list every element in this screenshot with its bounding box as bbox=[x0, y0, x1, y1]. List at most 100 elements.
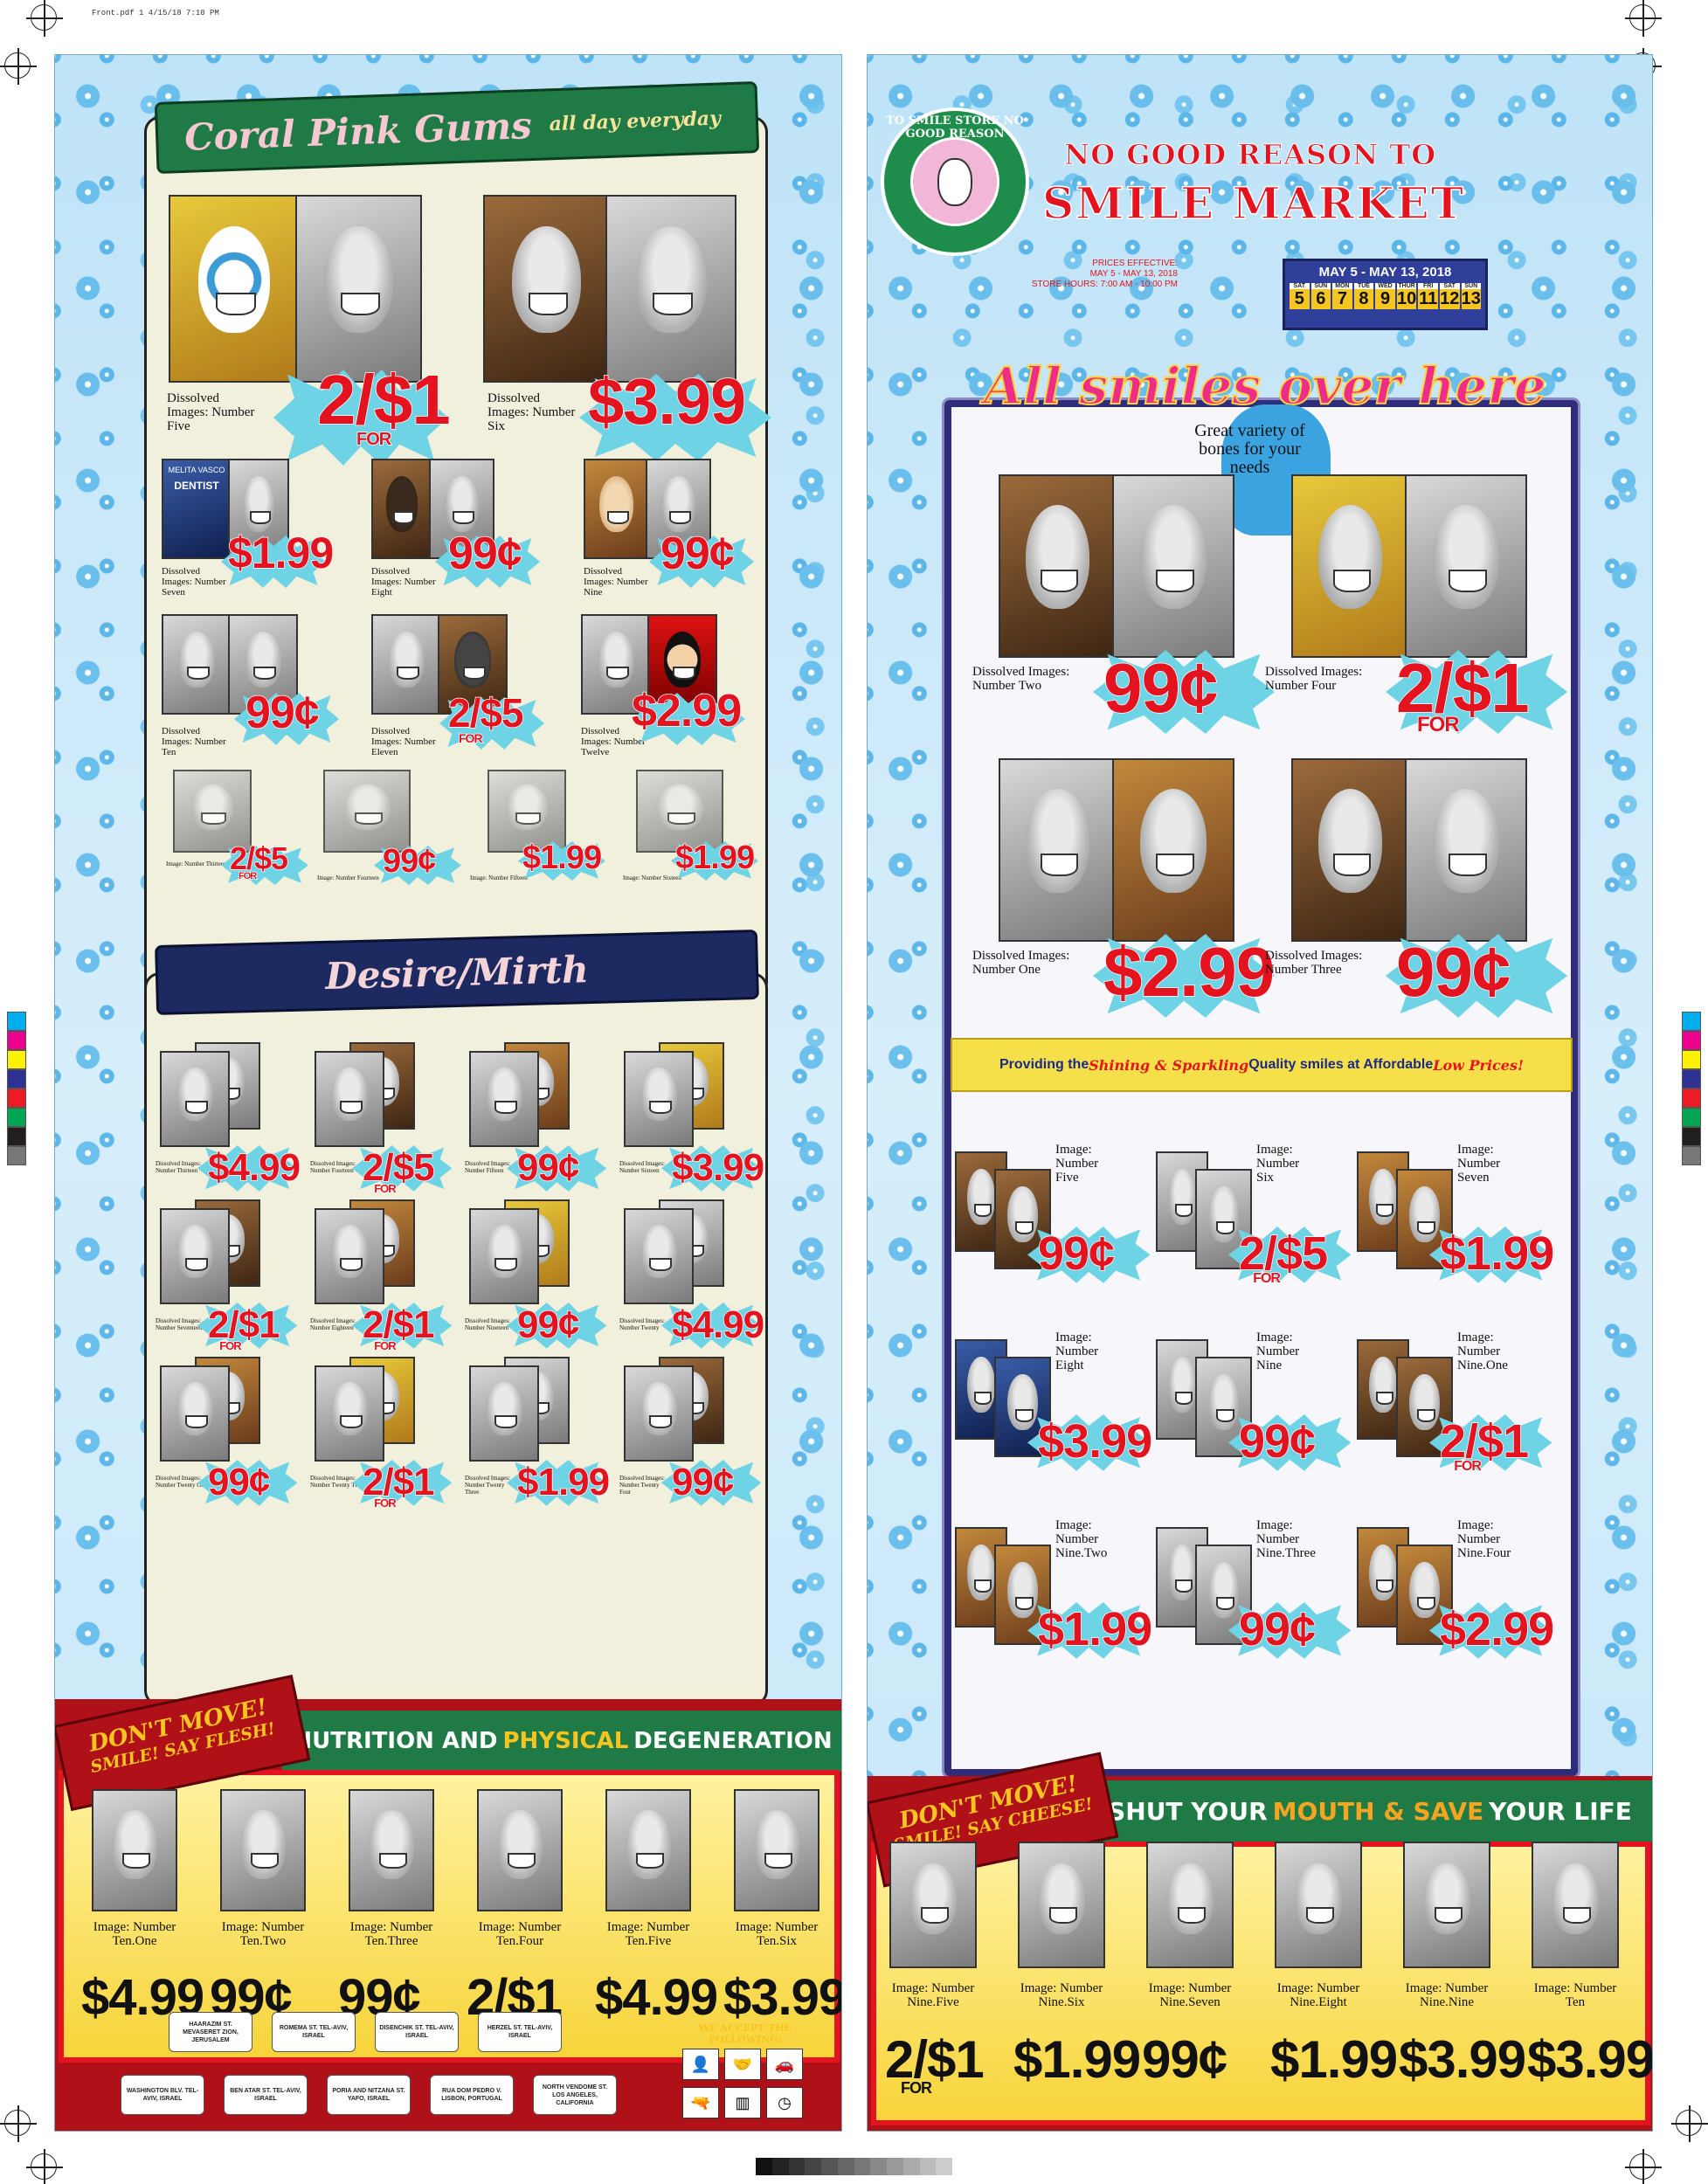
face-image bbox=[1317, 788, 1383, 894]
product-photo bbox=[1532, 1842, 1619, 1968]
item-label: Image: Number Ten.One bbox=[93, 1920, 176, 1948]
face-image bbox=[485, 1067, 523, 1122]
store-location: NORTH VENDOME ST. LOS ANGELES, CALIFORNI… bbox=[533, 2075, 617, 2115]
left-page: Coral Pink Gums all day everyday Dissolv… bbox=[54, 54, 842, 2132]
price-tag: $2.99 bbox=[1439, 1603, 1555, 1655]
product-photo bbox=[295, 195, 422, 383]
calendar-day-name: SAT bbox=[1439, 283, 1460, 289]
registration-mark bbox=[0, 48, 37, 85]
face-image bbox=[1295, 1863, 1342, 1935]
product-photo-spongebob bbox=[169, 195, 300, 383]
tagline-highlight: Shining & Sparkling bbox=[1089, 1056, 1249, 1074]
product-photo bbox=[469, 1208, 539, 1304]
calendar-day: SUN 6 bbox=[1310, 283, 1331, 309]
product-photo bbox=[1405, 758, 1527, 942]
coral-title: Coral Pink Gums bbox=[183, 103, 533, 159]
face-image bbox=[1139, 504, 1207, 610]
product-photo bbox=[160, 1051, 230, 1147]
calendar-day: SAT 5 bbox=[1290, 283, 1310, 309]
face-image bbox=[1007, 1373, 1038, 1431]
tagline-highlight: Low Prices! bbox=[1433, 1056, 1524, 1074]
product-photo bbox=[999, 758, 1117, 942]
banner-text: NUTRITION AND bbox=[293, 1728, 498, 1754]
calendar-date: 5 bbox=[1294, 289, 1304, 308]
price-tag: 99¢ bbox=[245, 688, 320, 738]
item-label: Image: Number Ten.Four bbox=[478, 1920, 562, 1948]
price-tag: $1.99 bbox=[674, 840, 756, 876]
calendar-date: 9 bbox=[1380, 289, 1391, 308]
face-image bbox=[1409, 1373, 1440, 1431]
face-image bbox=[1038, 1863, 1085, 1935]
calendar-day-name: SUN bbox=[1310, 283, 1331, 289]
prices-effective-dates: MAY 5 - MAY 13, 2018 bbox=[1089, 269, 1178, 279]
product-photo bbox=[1146, 1842, 1234, 1968]
right-page: TO SMILE STORE NO GOOD REASON NO GOOD RE… bbox=[867, 54, 1653, 2132]
product-photo bbox=[605, 1789, 691, 1911]
banner-text: YOUR LIFE bbox=[1489, 1796, 1632, 1826]
calendar-day: TUE 8 bbox=[1353, 283, 1374, 309]
item-label: Image: Number Ten.Two bbox=[221, 1920, 305, 1948]
price-tag: $1.99 bbox=[516, 1461, 611, 1503]
print-header: Front.pdf 1 4/15/18 7:10 PM bbox=[92, 9, 219, 17]
price-tag: 2/$5 bbox=[447, 690, 524, 736]
calendar-day: MON 7 bbox=[1332, 283, 1352, 309]
calendar-day-name: FRI bbox=[1418, 283, 1438, 289]
product-photo bbox=[1405, 474, 1527, 658]
price-tag: $1.99 bbox=[1037, 1603, 1153, 1655]
product-photo bbox=[220, 1789, 306, 1911]
prices-effective: PRICES EFFECTIVE: MAY 5 - MAY 13, 2018 S… bbox=[1029, 259, 1178, 290]
product-photo bbox=[349, 1789, 434, 1911]
price-tag: $1.99 bbox=[1270, 2030, 1398, 2089]
face-image bbox=[496, 1809, 543, 1879]
item-label: Image: Number Nine.Nine bbox=[1405, 1981, 1489, 2009]
face-image bbox=[640, 1067, 678, 1122]
color-calibration-bar bbox=[7, 1012, 26, 1165]
item-label: Dissolved Images: Number One bbox=[972, 949, 1070, 977]
face-image bbox=[1007, 1185, 1038, 1243]
product-photo bbox=[371, 459, 432, 559]
store-hours: STORE HOURS: 7:00 AM - 10:00 PM bbox=[1031, 280, 1178, 289]
face-image bbox=[640, 1381, 678, 1436]
calendar-date: 13 bbox=[1461, 289, 1481, 308]
face-image bbox=[330, 1381, 369, 1436]
for-label: FOR bbox=[458, 731, 483, 745]
price-tag: 99¢ bbox=[207, 1461, 271, 1503]
for-label: FOR bbox=[1416, 713, 1460, 737]
product-photo bbox=[315, 1365, 384, 1462]
logo-ring-text: TO SMILE STORE NO GOOD REASON bbox=[886, 114, 1024, 141]
price-tag: $1.99 bbox=[1439, 1227, 1555, 1280]
face-image bbox=[1432, 504, 1500, 610]
item-label: Image: Number Ten.Three bbox=[349, 1920, 433, 1948]
item-label: Image: Number Nine.Four bbox=[1457, 1518, 1511, 1560]
item-label: Image: Number Nine.Five bbox=[891, 1981, 975, 2009]
calendar-day-name: MON bbox=[1332, 283, 1352, 289]
price-tag: 2/$1 bbox=[1439, 1415, 1530, 1468]
tagline: Providing the Shining & Sparkling Qualit… bbox=[951, 1038, 1573, 1092]
face-image bbox=[368, 1809, 415, 1879]
price-tag: 99¢ bbox=[1238, 1415, 1317, 1468]
calendar-day: SAT 12 bbox=[1439, 283, 1460, 309]
face-image bbox=[967, 1544, 995, 1601]
store-location: HERZEL ST. TEL-AVIV, ISRAEL bbox=[478, 2012, 562, 2052]
for-label: FOR bbox=[373, 1338, 397, 1352]
item-label: Dissolved Images: Number Twenty Three bbox=[465, 1475, 510, 1496]
store-location: DISENCHIK ST. TEL-AVIV, ISRAEL bbox=[375, 2012, 459, 2052]
calendar-title: MAY 5 - MAY 13, 2018 bbox=[1318, 265, 1452, 280]
cards-icon: ▥ bbox=[724, 2087, 761, 2118]
price-tag: 99¢ bbox=[1103, 649, 1219, 727]
item-label: Dissolved Images: Number Seven bbox=[162, 566, 226, 598]
product-photo-painting bbox=[584, 459, 649, 559]
for-label: FOR bbox=[373, 1181, 397, 1195]
for-label: FOR bbox=[1252, 1270, 1281, 1286]
item-label: Image: Number Nine.Three bbox=[1256, 1518, 1316, 1560]
face-image bbox=[1139, 788, 1207, 894]
store-location: BEN ATAR ST. TEL-AVIV, ISRAEL bbox=[224, 2075, 308, 2115]
product-photo bbox=[605, 195, 736, 383]
item-label: Dissolved Images: Number Eight bbox=[371, 566, 436, 598]
product-photo bbox=[92, 1789, 177, 1911]
item-label: Dissolved Images: Number Five bbox=[167, 391, 255, 433]
item-label: Image: Number Ten.Six bbox=[735, 1920, 819, 1948]
face-image bbox=[967, 1356, 995, 1413]
item-label: Dissolved Images: Number Two bbox=[972, 665, 1070, 693]
price-tag: 2/$1 bbox=[885, 2030, 985, 2089]
